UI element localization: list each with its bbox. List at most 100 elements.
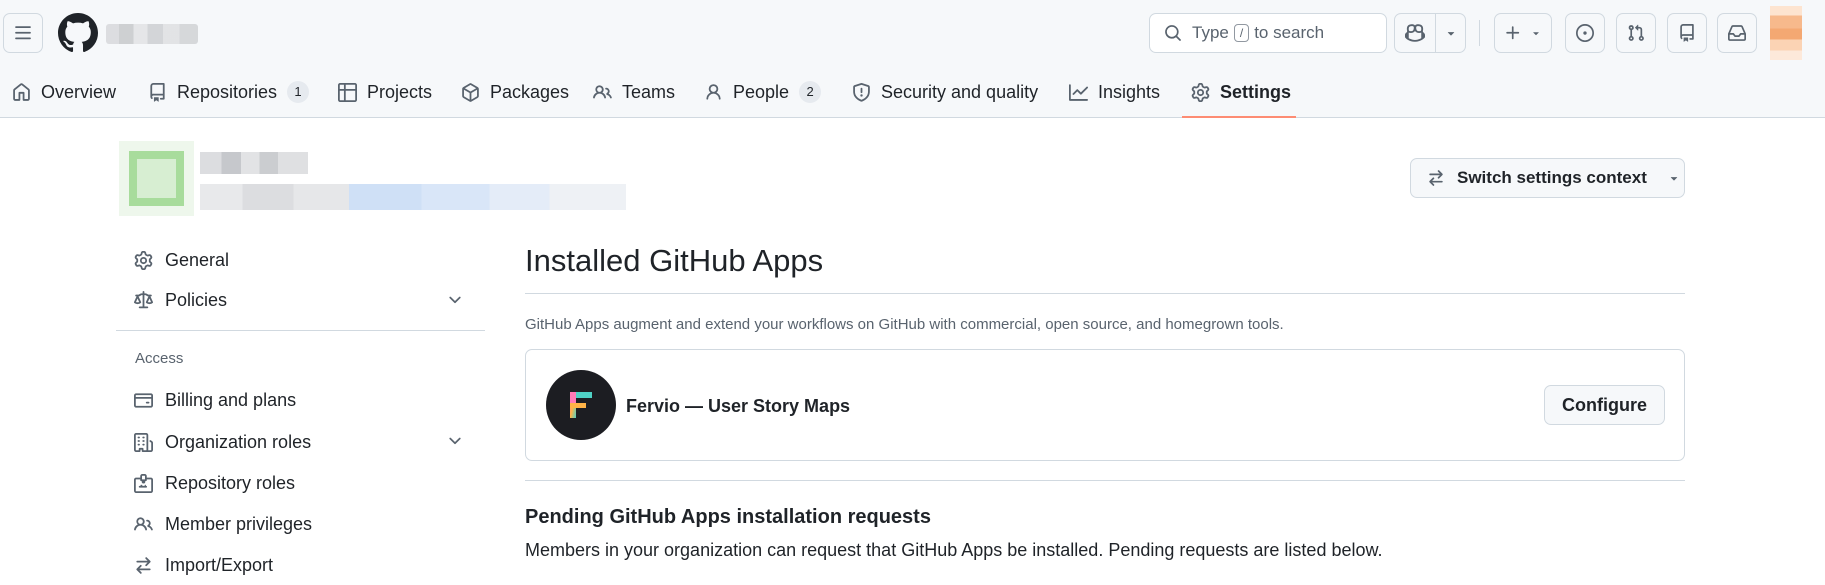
tab-security-and-quality[interactable]: Security and quality bbox=[852, 66, 1038, 118]
global-header: Type / to search Overview Repositories 1… bbox=[0, 0, 1825, 118]
sidebar-item-repository-roles[interactable]: Repository roles bbox=[134, 467, 295, 499]
fervio-logo-icon bbox=[570, 392, 592, 418]
issues-button[interactable] bbox=[1565, 13, 1605, 53]
page-description: GitHub Apps augment and extend your work… bbox=[525, 316, 1284, 333]
switch-settings-context-button[interactable]: Switch settings context bbox=[1410, 158, 1685, 198]
tab-packages[interactable]: Packages bbox=[461, 66, 569, 118]
org-display-name-redacted bbox=[200, 152, 308, 174]
github-logo-icon[interactable] bbox=[58, 13, 98, 53]
org-avatar bbox=[119, 141, 194, 216]
pull-request-icon bbox=[1627, 24, 1645, 42]
sidebar-item-label: Repository roles bbox=[165, 472, 296, 493]
search-input[interactable]: Type / to search bbox=[1149, 13, 1387, 53]
package-icon bbox=[461, 82, 480, 102]
sidebar-item-label: Billing and plans bbox=[165, 389, 297, 410]
tab-label: Security and quality bbox=[881, 81, 1039, 102]
section-divider bbox=[525, 480, 1685, 481]
person-icon bbox=[704, 83, 723, 102]
header-divider bbox=[1479, 20, 1480, 46]
repositories-button[interactable] bbox=[1667, 13, 1707, 53]
org-nav-tabs: Overview Repositories 1 Projects Package… bbox=[0, 66, 1825, 118]
search-suffix: to search bbox=[1254, 23, 1325, 42]
sidebar-item-label: Member privileges bbox=[165, 513, 313, 534]
header-top-row: Type / to search bbox=[0, 0, 1825, 66]
installed-app-row: Fervio — User Story Maps Configure bbox=[525, 349, 1685, 461]
search-shortcut-key: / bbox=[1233, 24, 1250, 42]
tab-teams[interactable]: Teams bbox=[593, 66, 675, 118]
user-avatar[interactable] bbox=[1770, 6, 1802, 60]
hamburger-icon bbox=[14, 24, 32, 42]
pending-requests-description: Members in your organization can request… bbox=[525, 540, 1383, 560]
gear-icon bbox=[134, 250, 153, 270]
table-icon bbox=[338, 82, 357, 102]
sidebar-item-member-privileges[interactable]: Member privileges bbox=[134, 508, 312, 540]
sidebar-divider bbox=[116, 330, 485, 331]
chevron-down-icon[interactable] bbox=[446, 432, 464, 450]
pull-requests-button[interactable] bbox=[1616, 13, 1656, 53]
gear-icon bbox=[1191, 82, 1210, 102]
home-icon bbox=[12, 82, 31, 102]
id-badge-icon bbox=[134, 473, 153, 493]
tab-label: People bbox=[733, 81, 790, 102]
copilot-button[interactable] bbox=[1395, 14, 1435, 52]
title-divider bbox=[525, 293, 1685, 294]
repo-icon bbox=[148, 82, 167, 102]
sidebar-item-billing-and-plans[interactable]: Billing and plans bbox=[134, 384, 296, 416]
tab-repositories[interactable]: Repositories 1 bbox=[148, 66, 310, 118]
pending-requests-heading: Pending GitHub Apps installation request… bbox=[525, 506, 931, 528]
repositories-count: 1 bbox=[287, 81, 310, 103]
people-count: 2 bbox=[799, 81, 822, 103]
sidebar-item-label: Import/Export bbox=[165, 554, 274, 575]
copilot-icon bbox=[1405, 23, 1425, 43]
sidebar-heading-access: Access bbox=[135, 350, 184, 367]
app-logo bbox=[546, 370, 616, 440]
org-name-redacted bbox=[106, 24, 198, 44]
tab-label: Projects bbox=[367, 81, 433, 102]
arrow-switch-icon bbox=[134, 556, 153, 575]
tab-overview[interactable]: Overview bbox=[12, 66, 116, 118]
credit-card-icon bbox=[134, 391, 153, 410]
copilot-menu-button[interactable] bbox=[1435, 14, 1465, 52]
page-title: Installed GitHub Apps bbox=[525, 243, 824, 278]
tab-people[interactable]: People 2 bbox=[704, 66, 822, 118]
triangle-down-icon bbox=[1530, 27, 1542, 39]
sidebar-item-label: Policies bbox=[165, 289, 228, 310]
search-prefix: Type bbox=[1192, 23, 1229, 42]
sidebar-item-policies[interactable]: Policies bbox=[134, 284, 227, 316]
notifications-button[interactable] bbox=[1717, 13, 1757, 53]
sidebar-item-general[interactable]: General bbox=[134, 244, 229, 276]
tab-label: Settings bbox=[1220, 81, 1292, 102]
triangle-down-icon bbox=[1667, 171, 1681, 185]
sidebar-item-label: General bbox=[165, 249, 230, 270]
switch-settings-context-label: Switch settings context bbox=[1457, 168, 1647, 187]
copilot-button-group bbox=[1394, 13, 1466, 53]
chevron-down-icon[interactable] bbox=[446, 291, 464, 309]
tab-label: Repositories bbox=[177, 81, 278, 102]
tab-insights[interactable]: Insights bbox=[1069, 66, 1160, 118]
inbox-icon bbox=[1728, 24, 1746, 42]
repo-icon bbox=[1678, 24, 1696, 42]
organization-icon bbox=[134, 432, 153, 452]
arrow-switch-icon bbox=[1427, 169, 1445, 187]
issues-icon bbox=[1576, 24, 1594, 42]
active-tab-underline bbox=[1182, 116, 1296, 118]
tab-settings[interactable]: Settings bbox=[1191, 66, 1291, 118]
sidebar-item-organization-roles[interactable]: Organization roles bbox=[134, 426, 311, 458]
law-icon bbox=[134, 290, 153, 310]
tab-label: Packages bbox=[490, 81, 570, 102]
tab-label: Insights bbox=[1098, 81, 1161, 102]
sidebar-item-import-export[interactable]: Import/Export bbox=[134, 549, 273, 581]
menu-button[interactable] bbox=[3, 13, 43, 53]
shield-icon bbox=[852, 82, 871, 102]
tab-label: Teams bbox=[622, 81, 676, 102]
tab-label: Overview bbox=[41, 81, 117, 102]
org-subtitle-redacted bbox=[200, 184, 626, 210]
configure-button[interactable]: Configure bbox=[1544, 385, 1665, 425]
search-icon bbox=[1164, 24, 1182, 42]
people-icon bbox=[593, 83, 612, 102]
graph-icon bbox=[1069, 83, 1088, 102]
app-name: Fervio — User Story Maps bbox=[626, 396, 851, 416]
create-new-button[interactable] bbox=[1494, 13, 1552, 53]
tab-projects[interactable]: Projects bbox=[338, 66, 432, 118]
people-icon bbox=[134, 515, 153, 534]
